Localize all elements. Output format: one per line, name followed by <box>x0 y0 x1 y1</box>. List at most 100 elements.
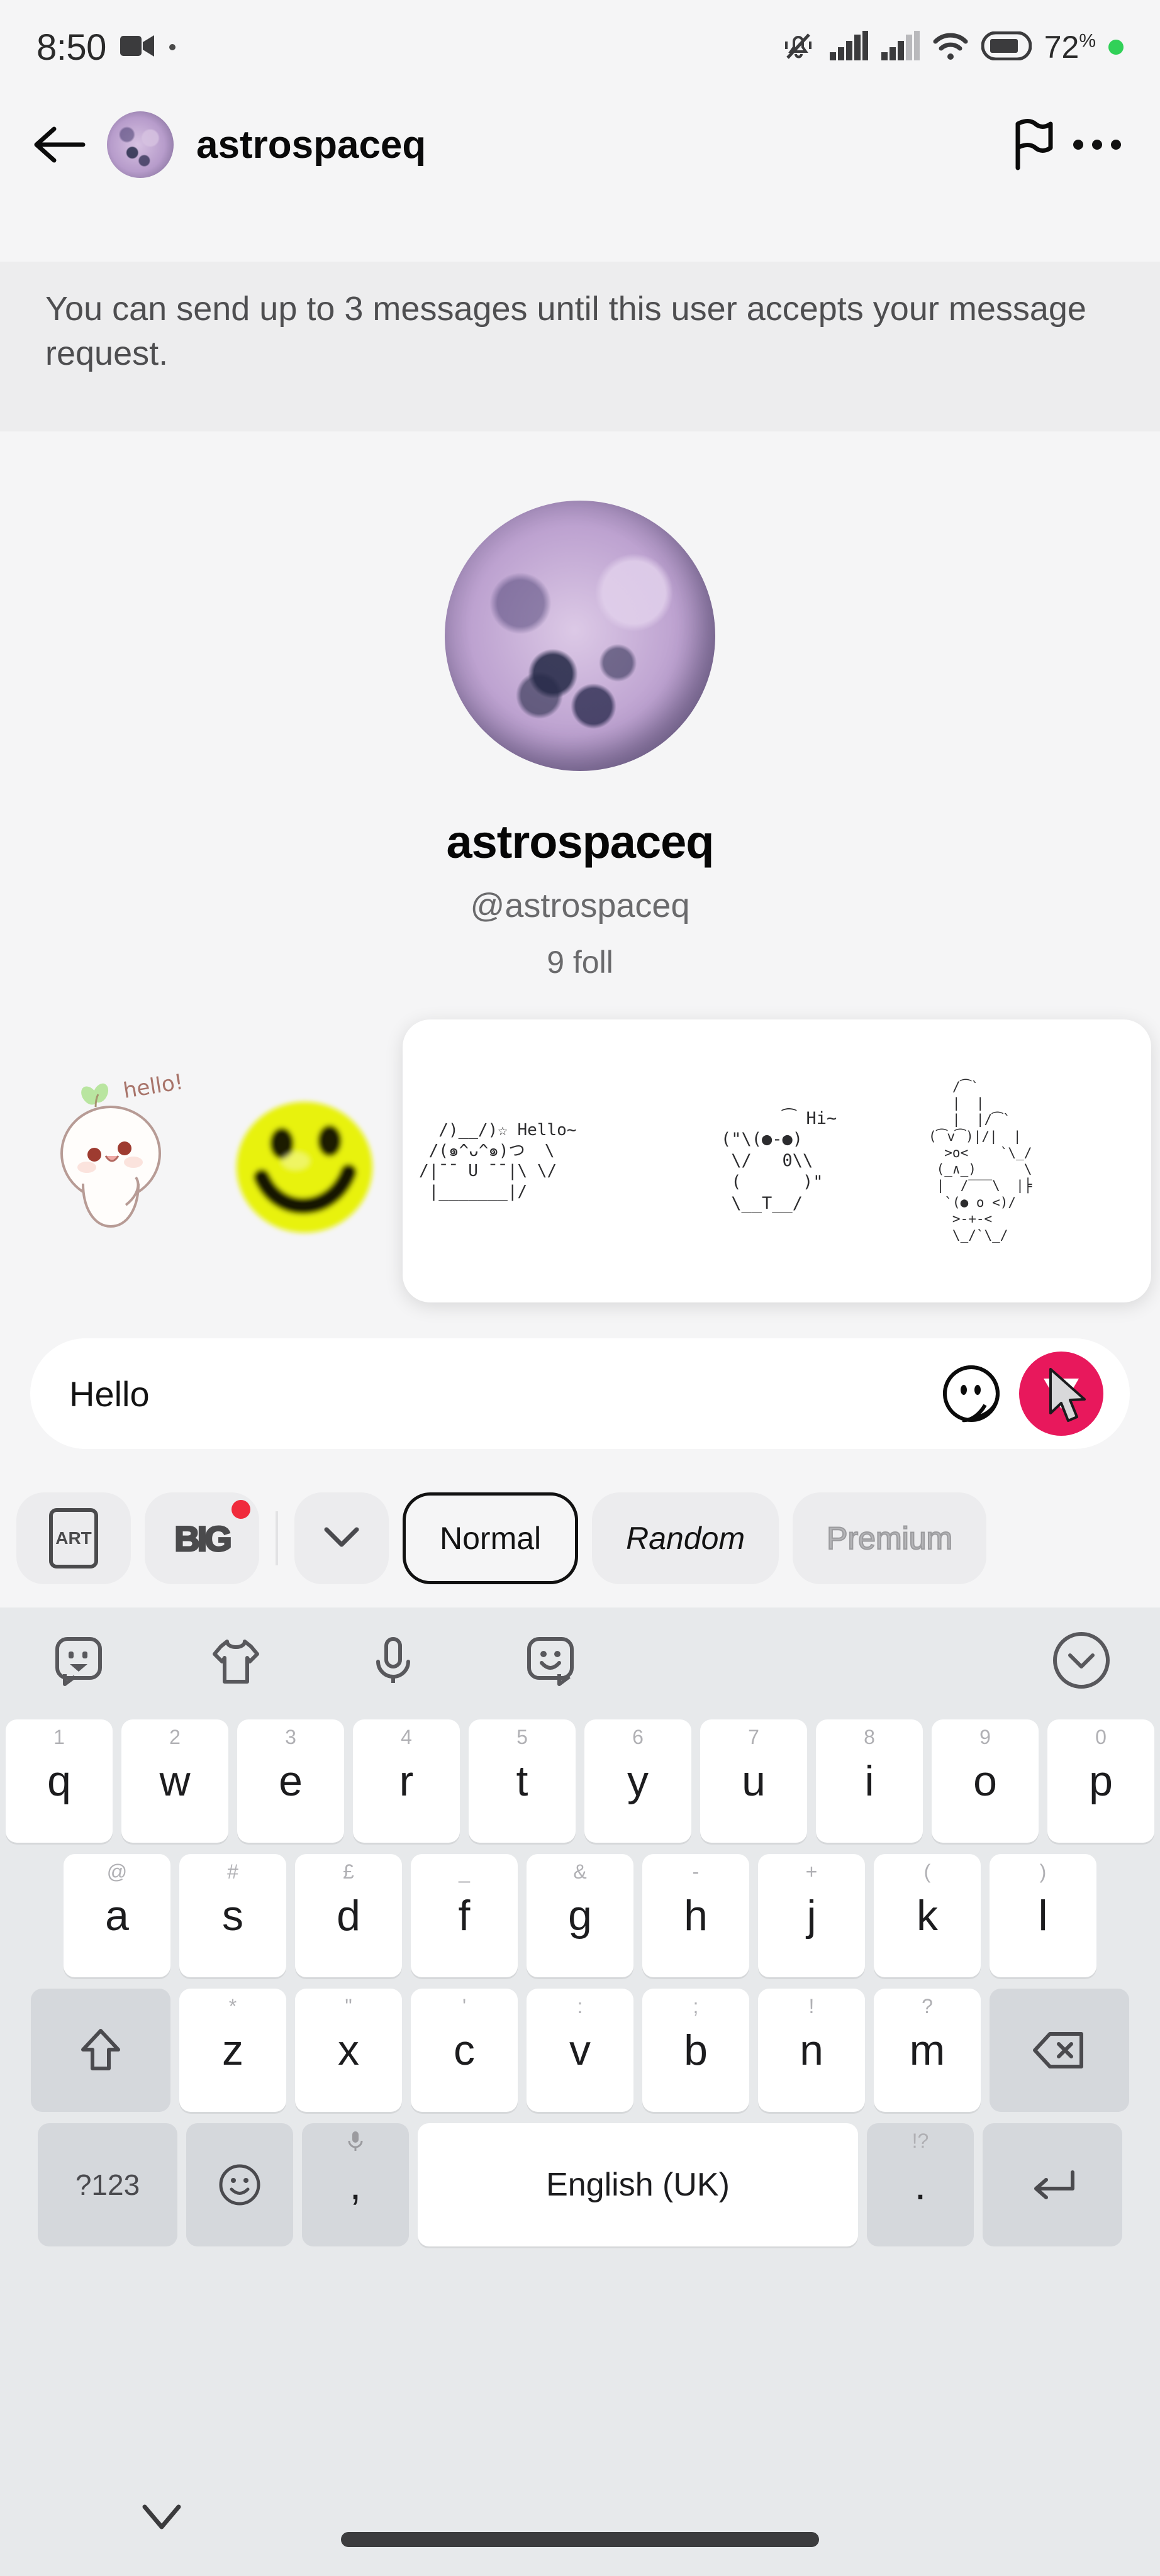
message-input[interactable]: Hello <box>69 1374 939 1414</box>
bell-mute-icon <box>780 28 817 67</box>
key-m[interactable]: ? m <box>874 1989 981 2112</box>
key-label: z <box>222 2026 243 2074</box>
key-label: . <box>914 2161 927 2209</box>
keyboard-toolbar <box>0 1607 1160 1713</box>
key-d[interactable]: £ d <box>295 1854 402 1977</box>
period-key[interactable]: !? . <box>867 2123 974 2246</box>
tshirt-sticker-icon[interactable] <box>201 1626 270 1695</box>
key-l[interactable]: ) l <box>990 1854 1096 1977</box>
smiley-icon[interactable] <box>516 1626 585 1695</box>
key-hint: 9 <box>979 1726 991 1748</box>
comma-key[interactable]: , <box>302 2123 409 2246</box>
microphone-icon[interactable] <box>359 1626 428 1695</box>
video-camera-icon <box>120 33 155 62</box>
chevron-down-circle-icon[interactable] <box>1047 1626 1116 1695</box>
backspace-key[interactable] <box>990 1989 1129 2112</box>
key-o[interactable]: 9o <box>932 1719 1039 1843</box>
key-y[interactable]: 6y <box>584 1719 691 1843</box>
key-n[interactable]: ! n <box>758 1989 865 2112</box>
home-indicator[interactable] <box>341 2532 819 2547</box>
three-dots <box>1073 140 1121 150</box>
art-button[interactable]: ART <box>16 1492 131 1584</box>
status-bar-left: 8:50 <box>36 26 176 69</box>
shift-key[interactable] <box>31 1989 170 2112</box>
yellow-smiley-sticker[interactable] <box>229 1060 386 1243</box>
ascii-art-option[interactable]: /)__/)☆ Hello~ /(๑^ᴗ^๑)つ \ /|¯¯ U ¯¯|\ \… <box>403 1120 705 1202</box>
chevron-down-icon <box>323 1524 360 1553</box>
key-u[interactable]: 7u <box>700 1719 807 1843</box>
key-hint: " <box>345 1995 352 2018</box>
key-f[interactable]: _ f <box>411 1854 518 1977</box>
style-option-premium[interactable]: Premium <box>793 1492 987 1584</box>
enter-key[interactable] <box>983 2123 1122 2246</box>
key-label: b <box>684 2026 708 2074</box>
key-hint: £ <box>343 1860 354 1883</box>
wifi-icon <box>932 31 969 64</box>
profile-name: astrospaceq <box>446 816 715 868</box>
keyboard-row-2: @ a # s £ d _ f & g -h + j (k ) l <box>5 1854 1155 1977</box>
key-label: English (UK) <box>546 2167 730 2203</box>
collapse-styles-button[interactable] <box>294 1492 389 1584</box>
key-label: v <box>569 2026 591 2074</box>
key-hint: 0 <box>1095 1726 1107 1748</box>
key-label: i <box>864 1757 874 1805</box>
key-e[interactable]: 3e <box>237 1719 344 1843</box>
more-options-icon[interactable] <box>1066 113 1129 176</box>
key-j[interactable]: + j <box>758 1854 865 1977</box>
style-label: Random <box>626 1521 745 1556</box>
key-q[interactable]: 1q <box>6 1719 113 1843</box>
key-label: w <box>159 1757 191 1805</box>
key-b[interactable]: ; b <box>642 1989 749 2112</box>
key-i[interactable]: 8i <box>816 1719 923 1843</box>
emoji-key[interactable] <box>186 2123 293 2246</box>
key-x[interactable]: " x <box>295 1989 402 2112</box>
profile-card: astrospaceq @astrospaceq 9 foll <box>0 501 1160 980</box>
hide-keyboard-button[interactable] <box>138 2501 185 2536</box>
key-hint: 7 <box>748 1726 759 1748</box>
profile-handle: @astrospaceq <box>470 887 690 924</box>
key-t[interactable]: 5t <box>469 1719 576 1843</box>
hello-blob-sticker[interactable]: hello! <box>50 1060 208 1243</box>
sticker-face-icon[interactable] <box>939 1361 1004 1426</box>
key-p[interactable]: 0p <box>1047 1719 1154 1843</box>
key-label: c <box>454 2026 475 2074</box>
key-r[interactable]: 4r <box>353 1719 460 1843</box>
big-text-button[interactable]: BIG <box>145 1492 259 1584</box>
key-hint: @ <box>106 1860 128 1883</box>
key-label: u <box>742 1757 766 1805</box>
navigation-bar <box>0 2469 1160 2576</box>
report-flag-icon[interactable] <box>1003 113 1066 176</box>
font-style-toolbar: ART BIG Normal Random Premium <box>0 1485 1160 1591</box>
space-key[interactable]: English (UK) <box>418 2123 858 2246</box>
key-v[interactable]: :v <box>527 1989 633 2112</box>
numbers-key[interactable]: ?123 <box>38 2123 177 2246</box>
key-a[interactable]: @ a <box>64 1854 170 1977</box>
key-hint: ) <box>1039 1860 1047 1883</box>
status-time: 8:50 <box>36 26 106 68</box>
key-h[interactable]: -h <box>642 1854 749 1977</box>
key-k[interactable]: (k <box>874 1854 981 1977</box>
key-hint: 2 <box>169 1726 181 1748</box>
header-avatar[interactable] <box>107 111 174 178</box>
key-s[interactable]: # s <box>179 1854 286 1977</box>
key-g[interactable]: & g <box>527 1854 633 1977</box>
style-option-normal[interactable]: Normal <box>403 1492 579 1584</box>
send-button[interactable] <box>1019 1352 1103 1436</box>
privacy-indicator-dot <box>1108 40 1124 55</box>
chat-header: astrospaceq <box>0 94 1160 195</box>
ascii-art-option[interactable]: ⁀ Hi~ ("\(●-●) \/ 0\\ ( )" \__T__/ <box>705 1108 912 1214</box>
profile-avatar[interactable] <box>445 501 715 771</box>
header-username[interactable]: astrospaceq <box>196 123 426 167</box>
key-c[interactable]: ' c <box>411 1989 518 2112</box>
back-button[interactable] <box>31 116 88 173</box>
key-hint: + <box>805 1860 818 1883</box>
key-label: g <box>568 1892 592 1940</box>
key-w[interactable]: 2w <box>121 1719 228 1843</box>
ascii-art-option[interactable]: /⁀` | | | |/⁀` (⁀v⁀)|/| | >o< `\_/ (_∧_)… <box>912 1079 1145 1244</box>
key-label: l <box>1038 1892 1048 1940</box>
key-z[interactable]: * z <box>179 1989 286 2112</box>
key-label: q <box>47 1757 71 1805</box>
sticker-suggestion-row: hello! <box>50 1060 386 1243</box>
style-option-random[interactable]: Random <box>592 1492 779 1584</box>
emoji-face-icon[interactable] <box>44 1626 113 1695</box>
